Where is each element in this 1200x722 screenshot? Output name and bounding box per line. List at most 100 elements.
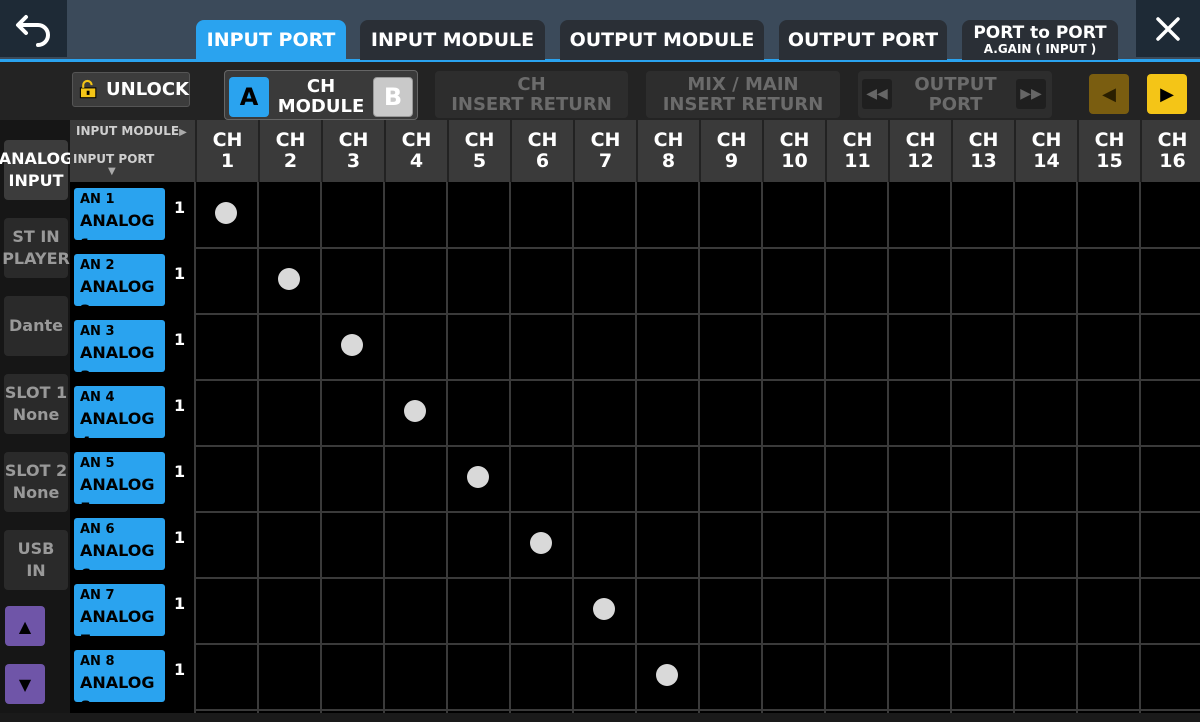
input-port-button[interactable]: AN 5 ANALOG 5 (74, 452, 165, 518)
grid-line (195, 247, 1200, 249)
tab-input-module[interactable]: INPUT MODULE (360, 20, 545, 60)
unlock-button[interactable]: UNLOCK (72, 72, 190, 107)
patch-point[interactable] (466, 466, 489, 488)
column-header-ch-5: CH 5 (447, 120, 510, 182)
input-port-button[interactable]: AN 4 ANALOG 4 (74, 386, 165, 452)
patch-point[interactable] (529, 532, 552, 554)
category-st-in-player[interactable]: ST IN PLAYER (2, 218, 70, 278)
column-header-label: CH (716, 129, 747, 151)
grid-line (887, 182, 889, 722)
patch-point[interactable] (592, 598, 615, 620)
patch-point[interactable] (340, 334, 363, 356)
mix-main-insert-return-button[interactable]: MIX / MAIN INSERT RETURN (646, 71, 840, 118)
fast-forward-icon[interactable]: ▶▶ (1016, 79, 1046, 109)
grid-line (195, 379, 1200, 381)
ch-insert-return-button[interactable]: CH INSERT RETURN (435, 71, 628, 118)
category-label-line1: USB (17, 539, 55, 558)
column-header-label: CH (1031, 129, 1062, 151)
table-row: AN 4 ANALOG 4 1 (70, 380, 195, 452)
grid-line (383, 182, 385, 722)
category-slot-2[interactable]: SLOT 2 None (4, 452, 68, 512)
input-port-button[interactable]: AN 1 ANALOG 1 (74, 188, 165, 254)
category-slot-1[interactable]: SLOT 1 None (4, 374, 68, 434)
triangle-down-icon: ▼ (18, 674, 32, 694)
patch-count: 1 (174, 198, 186, 217)
button-label-line1: MIX / MAIN (687, 73, 799, 95)
grid-line (195, 313, 1200, 315)
tab-input-port[interactable]: INPUT PORT (196, 20, 346, 60)
category-dante[interactable]: Dante (4, 296, 68, 356)
patch-point[interactable] (277, 268, 300, 290)
table-row: AN 6 ANALOG 6 1 (70, 512, 195, 584)
table-row: AN 8 ANALOG 8 1 (70, 644, 195, 716)
input-port-button[interactable]: AN 8 ANALOG 8 (74, 650, 165, 716)
category-label-line2: INPUT (8, 171, 64, 190)
port-short-name: AN 6 (80, 522, 115, 537)
close-button[interactable] (1136, 0, 1200, 57)
grid-line (950, 182, 952, 722)
grid-line (257, 182, 259, 722)
patch-point[interactable] (403, 400, 426, 422)
column-header-label: CH (338, 129, 369, 151)
triangle-right-icon: ▶ (1160, 83, 1174, 105)
input-module-axis-label: INPUT MODULE▶ (76, 124, 187, 138)
column-header-ch-9: CH 9 (699, 120, 762, 182)
column-header-number: 11 (844, 150, 871, 172)
patch-grid[interactable] (194, 182, 1200, 722)
column-header-ch-7: CH 7 (573, 120, 636, 182)
button-label-line2: INSERT RETURN (451, 93, 612, 115)
column-header-number: 6 (535, 150, 550, 172)
column-header-label: CH (527, 129, 558, 151)
back-arrow-icon (15, 14, 50, 47)
tab-port-to-port[interactable]: PORT to PORT A.GAIN ( INPUT ) (962, 20, 1118, 60)
table-row: AN 5 ANALOG 5 1 (70, 446, 195, 518)
tab-label: INPUT MODULE (370, 29, 535, 51)
column-header-label: CH (653, 129, 684, 151)
column-header-label: CH (905, 129, 936, 151)
column-header-number: 12 (907, 150, 934, 172)
patch-count: 1 (174, 660, 186, 679)
column-header-label: CH (842, 129, 873, 151)
patch-point[interactable] (214, 202, 237, 224)
patch-point[interactable] (655, 664, 678, 686)
back-button[interactable] (0, 0, 67, 57)
page-right-button[interactable]: ▶ (1147, 74, 1187, 114)
category-label-line1: ANALOG (0, 149, 74, 168)
tab-label: OUTPUT MODULE (569, 29, 755, 51)
patch-count: 1 (174, 594, 186, 613)
module-a-button[interactable]: A (229, 77, 269, 117)
button-label-line1: CH (517, 73, 546, 95)
input-port-button[interactable]: AN 6 ANALOG 6 (74, 518, 165, 584)
port-name: ANALOG 8 (80, 673, 155, 716)
column-header-number: 15 (1096, 150, 1123, 172)
tab-output-module[interactable]: OUTPUT MODULE (560, 20, 764, 60)
column-header-label: CH (464, 129, 495, 151)
ch-module-label: CH MODULE (273, 77, 369, 117)
grid-line (824, 182, 826, 722)
category-sidebar: ANALOG INPUT ST IN PLAYER Dante SLOT 1 N… (0, 120, 73, 722)
table-row: AN 1 ANALOG 1 1 (70, 182, 195, 254)
patch-count: 1 (174, 264, 186, 283)
input-port-button[interactable]: AN 3 ANALOG 3 (74, 320, 165, 386)
scroll-down-button[interactable]: ▼ (5, 664, 45, 704)
page-left-button[interactable]: ◀ (1089, 74, 1129, 114)
category-usb-in[interactable]: USB IN (4, 530, 68, 590)
column-header-number: 13 (970, 150, 997, 172)
grid-line (572, 182, 574, 722)
input-port-axis-label: INPUT PORT (73, 152, 155, 166)
port-short-name: AN 2 (80, 258, 115, 273)
module-b-button[interactable]: B (373, 77, 413, 117)
category-analog-input[interactable]: ANALOG INPUT (0, 140, 73, 200)
tab-output-port[interactable]: OUTPUT PORT (779, 20, 947, 60)
ch-module-label-line2: MODULE (277, 96, 365, 117)
column-header-number: 16 (1159, 150, 1186, 172)
button-label-line2: INSERT RETURN (662, 93, 824, 115)
input-port-button[interactable]: AN 7 ANALOG 7 (74, 584, 165, 650)
input-port-button[interactable]: AN 2 ANALOG 2 (74, 254, 165, 320)
category-label-line1: Dante (9, 316, 63, 335)
column-header-number: 7 (598, 150, 613, 172)
port-short-name: AN 5 (80, 456, 115, 471)
scroll-up-button[interactable]: ▲ (5, 606, 45, 646)
rewind-icon[interactable]: ◀◀ (862, 79, 892, 109)
grid-line (194, 182, 196, 722)
